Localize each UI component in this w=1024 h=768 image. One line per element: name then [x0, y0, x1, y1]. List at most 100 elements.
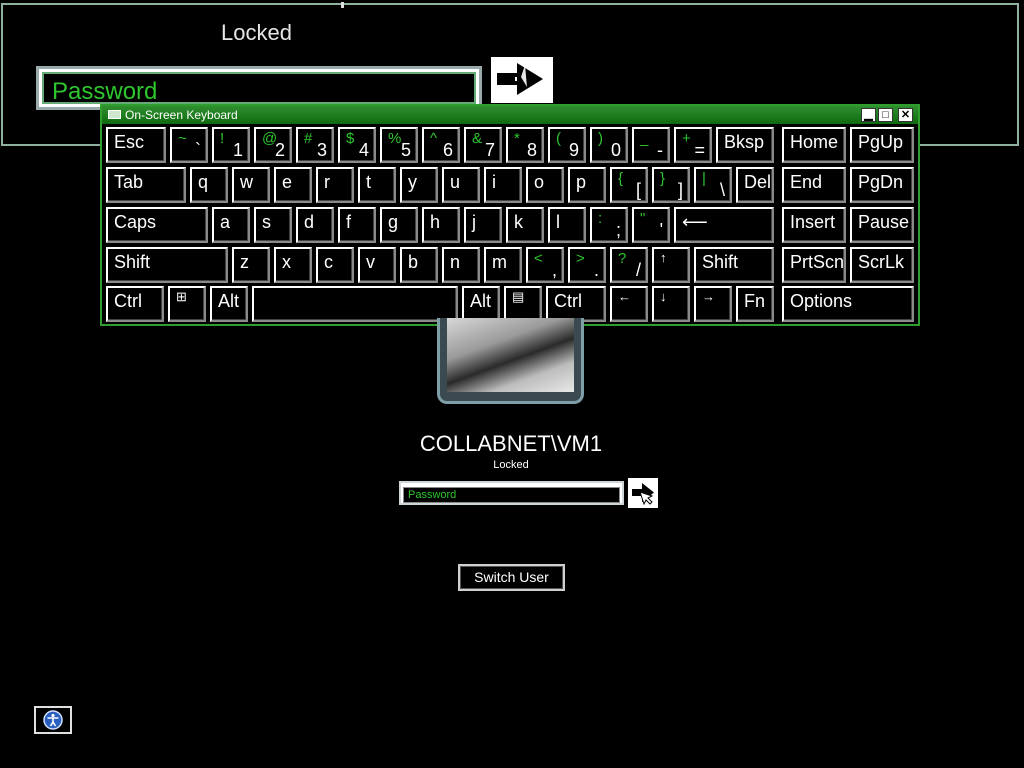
key-o[interactable]: o	[526, 167, 564, 203]
key-scrlk[interactable]: ScrLk	[850, 247, 914, 283]
key-end[interactable]: End	[782, 167, 846, 203]
key-base-label: `	[195, 140, 201, 160]
key-u92[interactable]: | \	[694, 167, 732, 203]
key-6[interactable]: ^ 6	[422, 127, 460, 163]
key-menu[interactable]: ▤	[504, 286, 542, 322]
key-u59[interactable]: :;	[590, 207, 628, 243]
key-pgup[interactable]: PgUp	[850, 127, 914, 163]
osk-titlebar[interactable]: On-Screen Keyboard ▁ □ ✕	[102, 106, 918, 124]
key-base-label: 7	[484, 140, 495, 160]
key-f[interactable]: f	[338, 207, 376, 243]
key-alt[interactable]: Alt	[462, 286, 500, 322]
key-shift-label: "	[640, 210, 646, 227]
minimize-button[interactable]: ▁	[861, 108, 876, 122]
key-u8593[interactable]: ↑	[652, 247, 690, 283]
key-n[interactable]: n	[442, 247, 480, 283]
key-w[interactable]: w	[232, 167, 270, 203]
key-h[interactable]: h	[422, 207, 460, 243]
key-z[interactable]: z	[232, 247, 270, 283]
key-k[interactable]: k	[506, 207, 544, 243]
key-u39[interactable]: " '	[632, 207, 670, 243]
user-status: Locked	[493, 459, 529, 471]
menu-icon: ▤	[512, 289, 525, 304]
magnified-submit-button[interactable]	[491, 57, 553, 103]
key-bksp[interactable]: Bksp	[716, 127, 774, 163]
close-button[interactable]: ✕	[898, 108, 913, 122]
key-e[interactable]: e	[274, 167, 312, 203]
key-ctrl[interactable]: Ctrl	[106, 286, 164, 322]
key-space[interactable]	[252, 286, 458, 322]
key-options[interactable]: Options	[782, 286, 914, 322]
key-t[interactable]: t	[358, 167, 396, 203]
key-windows[interactable]: ⊞	[168, 286, 206, 322]
key-c[interactable]: c	[316, 247, 354, 283]
key-base-label: 9	[568, 140, 579, 160]
key-u8595[interactable]: ↓	[652, 286, 690, 322]
key-l[interactable]: l	[548, 207, 586, 243]
key-3[interactable]: #3	[296, 127, 334, 163]
switch-user-button[interactable]: Switch User	[458, 564, 565, 591]
key-base-label: 1	[232, 140, 243, 160]
key-8[interactable]: * 8	[506, 127, 544, 163]
key-home[interactable]: Home	[782, 127, 846, 163]
key-a[interactable]: a	[212, 207, 250, 243]
key-del[interactable]: Del	[736, 167, 774, 203]
key-insert[interactable]: Insert	[782, 207, 846, 243]
key-2[interactable]: @2	[254, 127, 292, 163]
key-u45[interactable]: _ -	[632, 127, 670, 163]
key-s[interactable]: s	[254, 207, 292, 243]
key-pgdn[interactable]: PgDn	[850, 167, 914, 203]
key-v[interactable]: v	[358, 247, 396, 283]
key-u8594[interactable]: →	[694, 286, 732, 322]
key-u10229[interactable]: ⟵	[674, 207, 774, 243]
key-u[interactable]: u	[442, 167, 480, 203]
key-u8592[interactable]: ←	[610, 286, 648, 322]
key-shift[interactable]: Shift	[694, 247, 774, 283]
key-u44[interactable]: <,	[526, 247, 564, 283]
key-7[interactable]: & 7	[464, 127, 502, 163]
key-pause[interactable]: Pause	[850, 207, 914, 243]
password-input[interactable]	[403, 487, 620, 503]
key-u91[interactable]: {[	[610, 167, 648, 203]
key-u46[interactable]: >.	[568, 247, 606, 283]
key-p[interactable]: p	[568, 167, 606, 203]
key-label: w	[240, 172, 253, 192]
key-prtscn[interactable]: PrtScn	[782, 247, 846, 283]
key-fn[interactable]: Fn	[736, 286, 774, 322]
maximize-icon: □	[882, 109, 889, 121]
key-caps[interactable]: Caps	[106, 207, 208, 243]
key-u93[interactable]: }]	[652, 167, 690, 203]
key-d[interactable]: d	[296, 207, 334, 243]
key-9[interactable]: (9	[548, 127, 586, 163]
key-label: Shift	[114, 252, 151, 272]
key-g[interactable]: g	[380, 207, 418, 243]
key-ctrl[interactable]: Ctrl	[546, 286, 606, 322]
key-b[interactable]: b	[400, 247, 438, 283]
key-esc[interactable]: Esc	[106, 127, 166, 163]
key-m[interactable]: m	[484, 247, 522, 283]
key-y[interactable]: y	[400, 167, 438, 203]
key-shift[interactable]: Shift	[106, 247, 228, 283]
key-u47[interactable]: ? /	[610, 247, 648, 283]
key-label: f	[346, 212, 352, 232]
key-label: ←	[618, 289, 631, 304]
key-j[interactable]: j	[464, 207, 502, 243]
key-r[interactable]: r	[316, 167, 354, 203]
maximize-button[interactable]: □	[878, 108, 893, 122]
key-i[interactable]: i	[484, 167, 522, 203]
ease-of-access-button[interactable]	[34, 706, 72, 734]
key-1[interactable]: ! 1	[212, 127, 250, 163]
ease-of-access-icon	[43, 710, 63, 730]
submit-button[interactable]	[628, 478, 658, 508]
key-5[interactable]: % 5	[380, 127, 418, 163]
key-4[interactable]: $4	[338, 127, 376, 163]
key-u96[interactable]: ~ `	[170, 127, 208, 163]
key-alt[interactable]: Alt	[210, 286, 248, 322]
key-label: Home	[790, 132, 839, 152]
key-q[interactable]: q	[190, 167, 228, 203]
key-0[interactable]: ) 0	[590, 127, 628, 163]
key-x[interactable]: x	[274, 247, 312, 283]
key-tab[interactable]: Tab	[106, 167, 186, 203]
key-u61[interactable]: + =	[674, 127, 712, 163]
close-icon: ✕	[900, 109, 911, 121]
